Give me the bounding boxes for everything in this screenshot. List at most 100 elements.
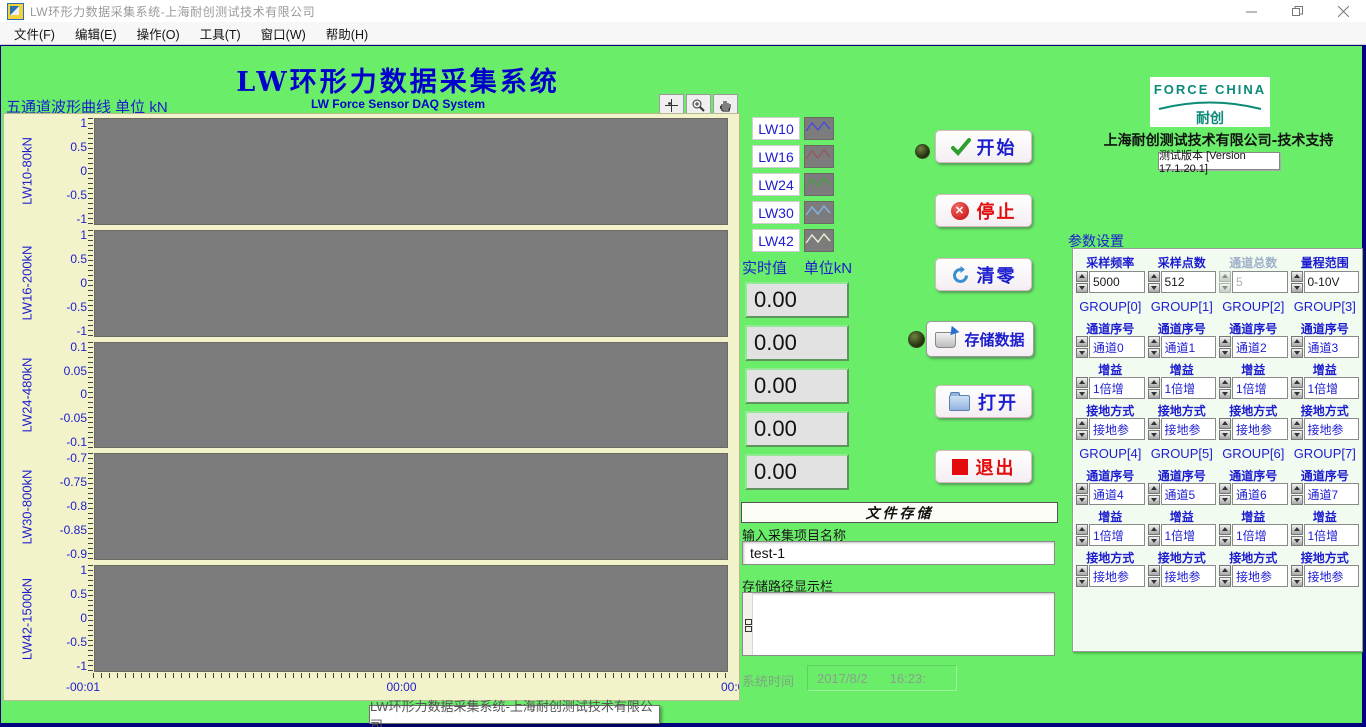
menu-item[interactable]: 帮助(H) [320, 21, 382, 46]
grounding-select-field[interactable]: 接地参 [1089, 418, 1145, 440]
grounding-label: 接地方式 [1219, 402, 1288, 417]
spinner[interactable] [1219, 483, 1231, 505]
spinner[interactable] [1219, 524, 1231, 546]
gain-select-field[interactable]: 1倍增 [1089, 377, 1145, 399]
gain-select-field[interactable]: 1倍增 [1232, 377, 1288, 399]
path-browse-icon[interactable] [745, 619, 752, 631]
project-name-input[interactable]: test-1 [742, 541, 1055, 565]
clear-button[interactable]: 清零 [935, 258, 1032, 291]
spin-down-arrow-icon [1219, 430, 1231, 441]
channel-select-field[interactable]: 通道2 [1232, 336, 1288, 358]
spinner[interactable] [1291, 524, 1303, 546]
restore-button[interactable] [1274, 0, 1320, 22]
grounding-label: 接地方式 [1291, 549, 1360, 564]
spinner[interactable] [1148, 271, 1160, 293]
spinner[interactable] [1076, 336, 1088, 358]
spinner[interactable] [1148, 418, 1160, 440]
spinner[interactable] [1291, 377, 1303, 399]
y-axis-ticks: 0.1 0.05 0 -0.05 -0.1 [50, 342, 87, 449]
legend-item[interactable]: LW42 [752, 229, 834, 252]
grounding-select-field[interactable]: 接地参 [1232, 418, 1288, 440]
legend-label: LW24 [752, 173, 800, 196]
gain-select-field[interactable]: 1倍增 [1232, 524, 1288, 546]
spinner[interactable] [1219, 271, 1231, 293]
spinner[interactable] [1219, 377, 1231, 399]
spin-down-arrow-icon [1291, 348, 1303, 359]
spinner[interactable] [1148, 336, 1160, 358]
spinner[interactable] [1076, 418, 1088, 440]
spinner[interactable] [1148, 565, 1160, 587]
application-window: LW环形力数据采集系统-上海耐创测试技术有限公司 文件(F) 编辑(E) 操作(… [0, 0, 1366, 727]
channel-select-field[interactable]: 通道6 [1232, 483, 1288, 505]
version-badge: 测试版本 [Version 17.1.20.1] [1158, 152, 1280, 170]
menu-item[interactable]: 文件(F) [8, 21, 69, 46]
spinner[interactable] [1076, 271, 1088, 293]
spinner[interactable] [1148, 377, 1160, 399]
channel-select-field[interactable]: 通道1 [1161, 336, 1217, 358]
spin-down-arrow-icon [1076, 283, 1088, 294]
gain-select-field[interactable]: 1倍增 [1304, 377, 1360, 399]
grounding-select-field[interactable]: 接地参 [1161, 565, 1217, 587]
gain-select-field[interactable]: 1倍增 [1304, 524, 1360, 546]
legend-item[interactable]: LW16 [752, 145, 834, 168]
spin-down-arrow-icon [1148, 495, 1160, 506]
channel-select-field[interactable]: 通道7 [1304, 483, 1360, 505]
grounding-select-field[interactable]: 接地参 [1161, 418, 1217, 440]
exit-button[interactable]: 退出 [935, 450, 1032, 483]
group-block: GROUP[7] 通道序号 通道7 增益 1倍增 接地方式 [1291, 440, 1360, 587]
param-value-field[interactable]: 0-10V [1304, 271, 1360, 293]
grounding-select-field[interactable]: 接地参 [1304, 565, 1360, 587]
spinner[interactable] [1291, 418, 1303, 440]
spin-up-arrow-icon [1219, 483, 1231, 494]
channel-select-field[interactable]: 通道4 [1089, 483, 1145, 505]
open-button[interactable]: 打开 [935, 385, 1032, 418]
legend-item[interactable]: LW30 [752, 201, 834, 224]
spinner[interactable] [1148, 524, 1160, 546]
group-title: GROUP[0] [1076, 299, 1145, 314]
grounding-select-field[interactable]: 接地参 [1089, 565, 1145, 587]
legend-item[interactable]: LW10 [752, 117, 834, 140]
value-display: 0.00 [745, 411, 849, 447]
grounding-select-field[interactable]: 接地参 [1232, 565, 1288, 587]
save-data-button[interactable]: 存储数据 [926, 321, 1034, 357]
spinner[interactable] [1219, 418, 1231, 440]
spinner[interactable] [1291, 271, 1303, 293]
close-button[interactable] [1320, 0, 1366, 22]
gain-select-field[interactable]: 1倍增 [1089, 524, 1145, 546]
start-button[interactable]: 开始 [935, 130, 1032, 163]
spinner[interactable] [1291, 336, 1303, 358]
param-value-field[interactable]: 5 [1232, 271, 1288, 293]
y-axis-label: LW30-800kN [4, 453, 50, 560]
param-value-field[interactable]: 5000 [1089, 271, 1145, 293]
spinner[interactable] [1148, 483, 1160, 505]
spinner[interactable] [1076, 483, 1088, 505]
menu-item[interactable]: 操作(O) [131, 21, 194, 46]
menu-item[interactable]: 编辑(E) [69, 21, 131, 46]
spinner[interactable] [1076, 565, 1088, 587]
stop-button[interactable]: ✕ 停止 [935, 194, 1032, 227]
spinner[interactable] [1291, 483, 1303, 505]
grounding-select-field[interactable]: 接地参 [1304, 418, 1360, 440]
spin-down-arrow-icon [1148, 283, 1160, 294]
menu-item[interactable]: 窗口(W) [255, 21, 320, 46]
spinner[interactable] [1291, 565, 1303, 587]
value-display: 0.00 [745, 282, 849, 318]
y-axis-tickmarks [88, 230, 93, 337]
gain-select-field[interactable]: 1倍增 [1161, 524, 1217, 546]
storage-path-display[interactable] [742, 592, 1055, 656]
spinner[interactable] [1076, 524, 1088, 546]
param-value-field[interactable]: 512 [1161, 271, 1217, 293]
minimize-button[interactable] [1228, 0, 1274, 22]
channel-select-field[interactable]: 通道0 [1089, 336, 1145, 358]
channel-select-field[interactable]: 通道3 [1304, 336, 1360, 358]
legend-item[interactable]: LW24 [752, 173, 834, 196]
app-subtitle: LW Force Sensor DAQ System [223, 97, 573, 111]
channel-select-field[interactable]: 通道5 [1161, 483, 1217, 505]
menu-item[interactable]: 工具(T) [194, 21, 255, 46]
spin-up-arrow-icon [1076, 524, 1088, 535]
spin-down-arrow-icon [1291, 283, 1303, 294]
spinner[interactable] [1219, 336, 1231, 358]
gain-select-field[interactable]: 1倍增 [1161, 377, 1217, 399]
spinner[interactable] [1219, 565, 1231, 587]
spinner[interactable] [1076, 377, 1088, 399]
